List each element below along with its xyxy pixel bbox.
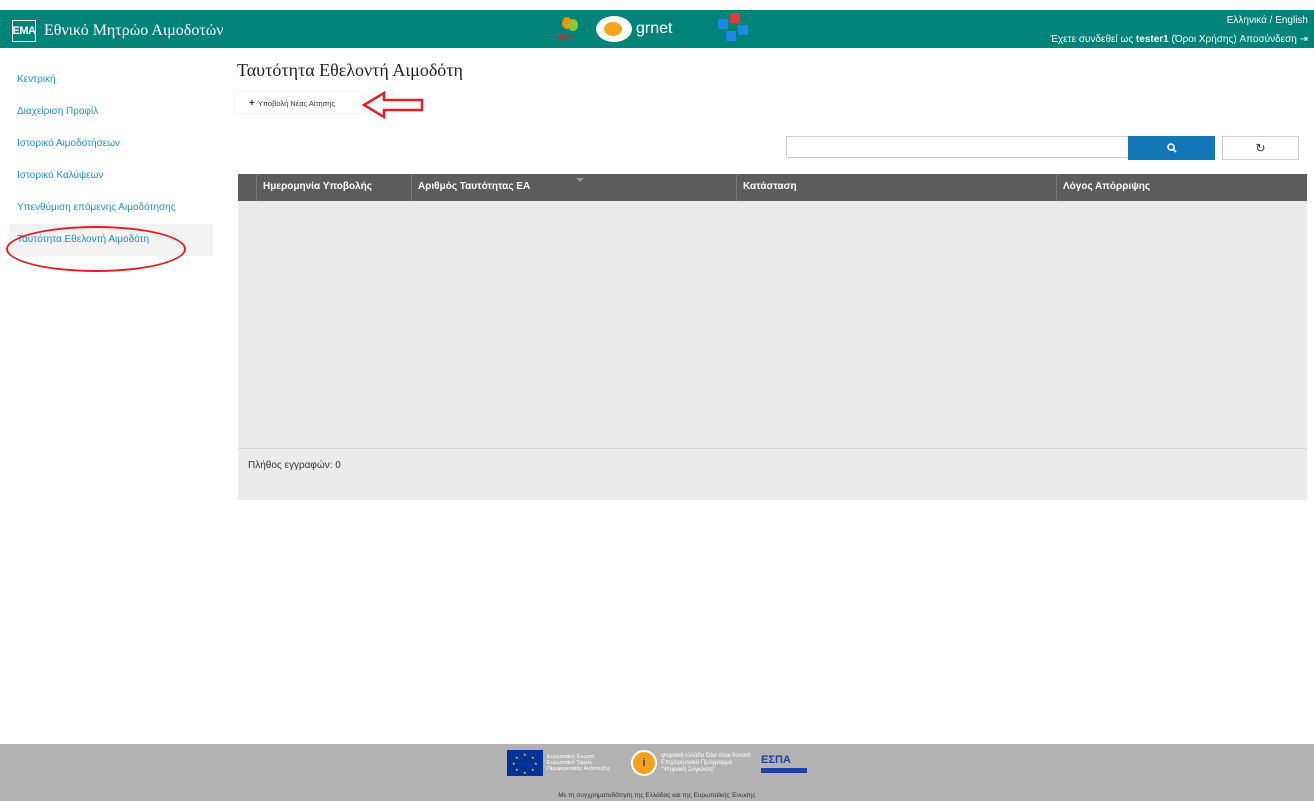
sidebar-item-coverage-history[interactable]: Ιστορικό Καλύψεων (9, 160, 213, 192)
search-icon (1166, 143, 1177, 153)
ekea-logo-text: ΕΚΕΑ (558, 35, 575, 41)
sidebar-item-donation-history[interactable]: Ιστορικό Αιμοδοτήσεων (9, 128, 213, 160)
footer-caption: Με τη συγχρηματοδότηση της Ελλάδας και τ… (558, 792, 756, 799)
footer: ★ ★ ★ ★ ★ ★ ★ ★ Ευρωπαϊκή Ένωση Ευρωπαϊκό Τα… (0, 744, 1314, 801)
search-input[interactable] (786, 136, 1128, 158)
brand[interactable]: ΕΜΑ Εθνικό Μητρώο Αιμοδοτών (12, 20, 224, 42)
search-button[interactable] (1128, 136, 1215, 160)
sidebar: Κεντρική Διαχείριση Προφίλ Ιστορικό Αιμο… (9, 64, 213, 256)
partner-logos: ΕΚΕΑ grnet (556, 10, 752, 48)
grnet-logo: grnet (596, 16, 672, 42)
reset-icon: ↻ (1255, 141, 1266, 155)
page-title: Ταυτότητα Εθελοντή Αιμοδότη (237, 60, 463, 80)
username: tester1 (1135, 34, 1169, 45)
sort-caret-icon (576, 178, 584, 182)
session-info: Έχετε συνδεθεί ως tester1 (Όροι Χρήσης) … (1050, 34, 1308, 45)
language-switch[interactable]: Ελληνικά / English (1227, 15, 1308, 26)
grnet-swirl-icon (596, 16, 632, 42)
annotation-arrow (362, 90, 424, 120)
espa-logo: ΕΣΠΑ (761, 754, 807, 773)
sidebar-item-volunteer-id[interactable]: Ταυτότητα Εθελοντή Αιμοδότη (9, 224, 213, 256)
eu-flag-icon: ★ ★ ★ ★ ★ ★ ★ ★ (507, 750, 543, 776)
column-header-status[interactable]: Κατάσταση (736, 174, 1056, 201)
plus-icon: + (249, 97, 255, 109)
reset-button[interactable]: ↻ (1222, 136, 1299, 160)
column-header-submission-date[interactable]: Ημερομηνία Υποβολής (256, 174, 411, 201)
digital-greece-icon: i (631, 750, 657, 776)
app-title: Εθνικό Μητρώο Αιμοδοτών (44, 22, 224, 39)
sidebar-item-home[interactable]: Κεντρική (9, 64, 213, 96)
record-count: Πλήθος εγγραφών: 0 (248, 460, 341, 471)
terms-link[interactable]: (Όροι Χρήσης) (1172, 34, 1237, 45)
column-header-rejection-reason[interactable]: Λόγος Απόρριψης (1056, 174, 1307, 201)
ekea-logo: ΕΚΕΑ (556, 13, 584, 45)
logout-link[interactable]: Αποσύνδεση (1239, 34, 1296, 45)
ema-logo: ΕΜΑ (12, 20, 36, 42)
digital-greece-logo: i ψηφιακή ελλάδα Όλα είναι δυνατά Επιχει… (631, 750, 751, 776)
footer-logos: ★ ★ ★ ★ ★ ★ ★ ★ Ευρωπαϊκή Ένωση Ευρωπαϊκό Τα… (507, 750, 807, 776)
new-request-button[interactable]: + Υποβολή Νέας Αίτησης (235, 92, 361, 114)
eu-fund-text: Ευρωπαϊκή Ένωση Ευρωπαϊκό Ταμείο Περιφερ… (547, 754, 611, 772)
espa-logo-text: ΕΣΠΑ (761, 753, 791, 766)
session-prefix: Έχετε συνδεθεί ως (1050, 34, 1134, 45)
sidebar-item-profile[interactable]: Διαχείριση Προφίλ (9, 96, 213, 128)
sidebar-item-next-donation-reminder[interactable]: Υπενθύμιση επόμενης Αιμοδότησης (9, 192, 213, 224)
grnet-logo-text: grnet (636, 20, 673, 37)
results-grid: Ημερομηνία Υποβολής Αριθμός Ταυτότητας Ε… (238, 174, 1307, 500)
new-request-label: Υποβολή Νέας Αίτησης (257, 98, 336, 108)
grid-divider (238, 448, 1307, 449)
column-header-id-number[interactable]: Αριθμός Ταυτότητας ΕΑ (411, 174, 736, 201)
cross-logo (718, 13, 752, 45)
logout-icon[interactable]: ⇥ (1300, 34, 1308, 45)
digital-greece-text: ψηφιακή ελλάδα Όλα είναι δυνατά Επιχειρη… (661, 752, 751, 773)
grid-header: Ημερομηνία Υποβολής Αριθμός Ταυτότητας Ε… (238, 174, 1307, 201)
top-header: ΕΜΑ Εθνικό Μητρώο Αιμοδοτών ΕΚΕΑ grnet Ε… (0, 10, 1314, 48)
